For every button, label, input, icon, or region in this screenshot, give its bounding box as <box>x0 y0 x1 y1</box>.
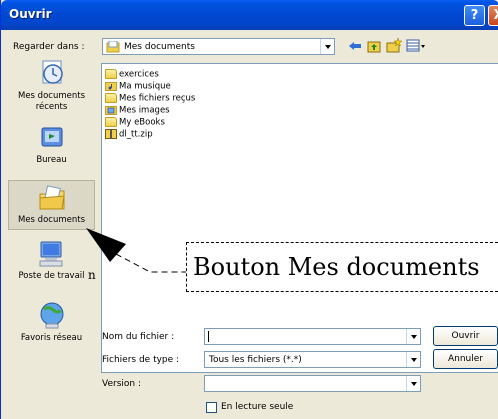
callout-text: Bouton Mes documents <box>193 253 480 281</box>
pointer-arrow <box>86 228 126 262</box>
annotation-overlay <box>86 228 186 273</box>
text-fragment: n <box>88 268 96 282</box>
annotation-callout: Bouton Mes documents <box>186 242 498 292</box>
leader-line <box>115 253 186 273</box>
screenshot-stage: Ouvrir ? X Regarder dans : Mes documents <box>0 0 498 419</box>
